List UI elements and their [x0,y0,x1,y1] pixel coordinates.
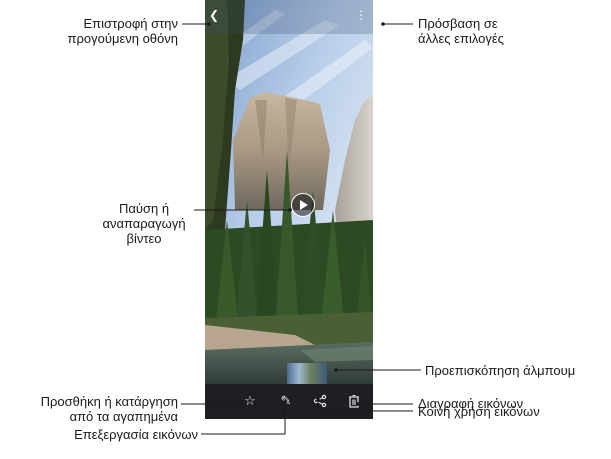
callout-album-preview: Προεπισκόπηση άλμπουμ [425,363,576,378]
callout-share: Κοινή χρήση εικόνων [418,404,540,419]
callout-more-options: Πρόσβαση σε άλλες επιλογές [418,16,504,46]
callout-edit: Επεξεργασία εικόνων [74,427,198,442]
callout-back: Επιστροφή στην προγούμενη οθόνη [67,16,178,46]
callout-play-pause: Παύση ή αναπαραγωγή βίντεο [102,201,186,246]
callout-favorite: Προσθήκη ή κατάργηση από τα αγαπημένα [40,394,178,424]
